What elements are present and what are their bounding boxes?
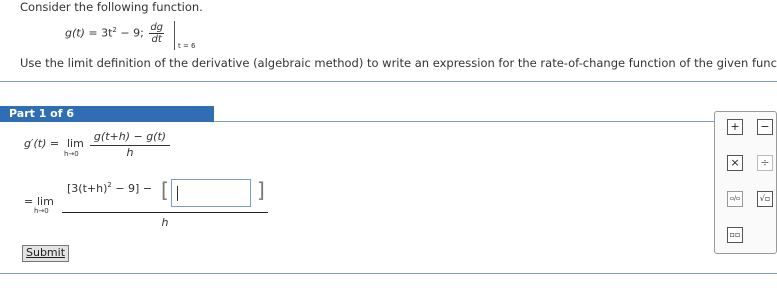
derivative-denominator: dt — [151, 34, 162, 45]
derivative-numerator: dg — [149, 22, 165, 34]
plus-button[interactable]: + — [727, 119, 743, 135]
answer-input[interactable] — [171, 179, 251, 207]
sqrt-button[interactable]: √▫ — [757, 191, 773, 207]
part-header-rule — [214, 121, 777, 122]
step2-num-post: − 9] − — [111, 182, 153, 195]
times-button[interactable]: × — [727, 155, 743, 171]
function-eq: = 3t — [84, 26, 113, 40]
step2-fraction-bar — [62, 212, 268, 213]
step1-lim-sub: h→0 — [64, 150, 79, 158]
step1-denominator: h — [126, 146, 134, 159]
bottom-divider — [0, 273, 777, 274]
step2-bracket-open: [ — [161, 178, 169, 202]
submit-button[interactable]: Submit — [22, 245, 70, 262]
function-exponent: 2 — [112, 25, 117, 34]
question-intro: Consider the following function. — [20, 0, 203, 14]
step2-eq: = — [24, 195, 34, 208]
fraction-button[interactable]: ▫/▫ — [727, 191, 743, 207]
minus-button[interactable]: − — [757, 119, 773, 135]
step1-eq: = — [46, 137, 60, 150]
step2-lim-sub: h→0 — [34, 207, 49, 215]
function-definition: g(t) = 3t2 − 9; dg dt — [65, 22, 165, 45]
evaluation-bar — [174, 21, 175, 50]
function-rest: − 9; — [116, 26, 144, 40]
step2-denominator: h — [161, 216, 169, 229]
step2-bracket-close: ] — [257, 178, 265, 202]
part-header: Part 1 of 6 — [0, 106, 214, 122]
step1-numerator: g(t+h) − g(t) — [93, 130, 167, 143]
question-instruction: Use the limit definition of the derivati… — [20, 56, 777, 70]
divide-button[interactable]: ÷ — [757, 155, 773, 171]
step1-lhs-group: g′(t) = — [24, 137, 59, 150]
derivative-notation: dg dt — [149, 22, 165, 45]
step2-numerator-text: [3(t+h)2 − 9] − — [67, 181, 153, 195]
step1-lhs: g′(t) — [24, 137, 47, 150]
step1-lim: lim — [67, 137, 84, 150]
step2-num-pre: [3(t+h) — [67, 182, 108, 195]
section-divider — [0, 81, 777, 82]
power-button[interactable]: ▫▫ — [727, 227, 743, 243]
text-cursor — [177, 186, 178, 201]
step2-num-exp: 2 — [107, 181, 112, 189]
evaluation-point: t = 6 — [178, 42, 196, 50]
function-lhs: g(t) — [65, 26, 85, 40]
